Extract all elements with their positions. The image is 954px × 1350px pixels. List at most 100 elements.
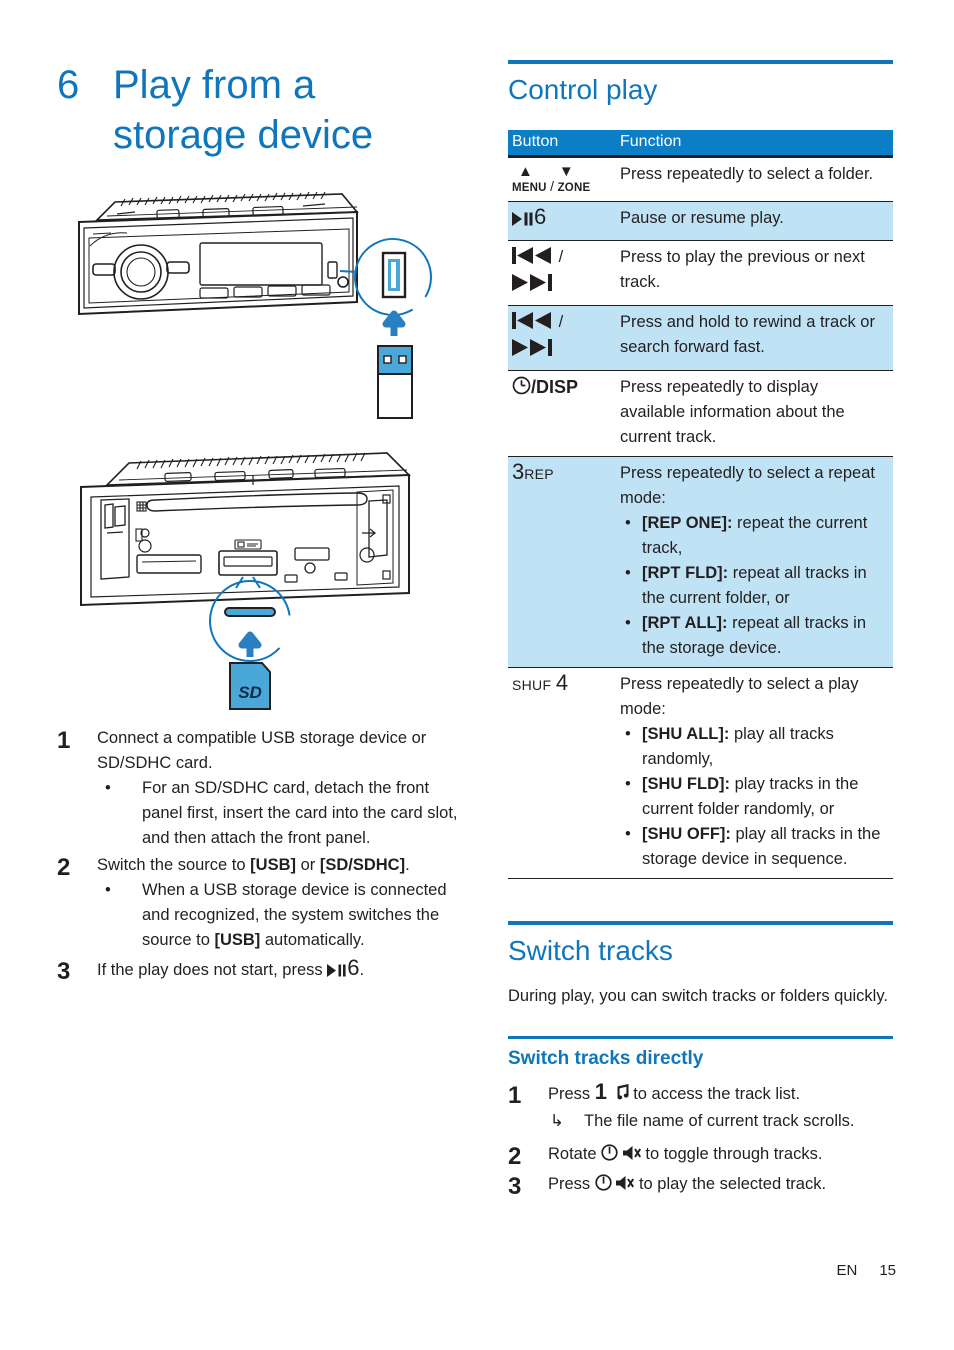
mute-icon bbox=[616, 1174, 635, 1199]
step-2-bullet-0: When a USB storage device is connected a… bbox=[97, 878, 467, 953]
cell-function-menu-zone: Press repeatedly to select a folder. bbox=[616, 156, 893, 202]
rep-bullet-0-term: [REP ONE]: bbox=[642, 514, 733, 532]
cell-button-clock-disp: /DISP bbox=[508, 370, 616, 457]
forward-line bbox=[512, 337, 610, 364]
switch-step-1-before: Press bbox=[548, 1085, 595, 1103]
switch-step-1: 1 Press 1 to access the track list. ↳ Th… bbox=[508, 1081, 893, 1134]
switch-step-1-result: The file name of current track scrolls. bbox=[584, 1112, 855, 1130]
step-2-seg-4: . bbox=[405, 856, 410, 874]
rep-function-intro: Press repeatedly to select a repeat mode… bbox=[620, 464, 875, 507]
step-2-number: 2 bbox=[57, 854, 71, 881]
control-play-heading: Control play bbox=[508, 74, 658, 105]
switch-step-1-body: Press 1 to access the track list. ↳ The … bbox=[548, 1081, 893, 1134]
step-2-seg-2: or bbox=[296, 856, 320, 874]
switch-step-1-digit: 1 bbox=[594, 1079, 608, 1104]
left-column: 6 Play from a storage device SD 1 Connec… bbox=[57, 60, 467, 987]
step-2-seg-0: Switch the source to bbox=[97, 856, 251, 874]
power-icon bbox=[601, 1144, 618, 1169]
shuf-bullet-2: [SHU OFF]: play all tracks in the storag… bbox=[620, 822, 887, 872]
rep-bullet-2: [RPT ALL]: repeat all tracks in the stor… bbox=[620, 611, 887, 661]
chapter-title-line2: storage device bbox=[113, 113, 374, 157]
switch-tracks-rule bbox=[508, 921, 893, 925]
switch-step-1-text: Press 1 to access the track list. bbox=[548, 1081, 893, 1109]
next-track-icon bbox=[512, 274, 554, 299]
menu-label: MENU bbox=[512, 182, 547, 194]
switch-step-2-body: Rotate to toggle through tracks. bbox=[548, 1142, 893, 1170]
step-2-bullet-seg-2: automatically. bbox=[260, 931, 365, 949]
cell-button-rewind-forward: / bbox=[508, 305, 616, 371]
table-header-button: Button bbox=[508, 130, 616, 158]
cell-function-clock-disp: Press repeatedly to display available in… bbox=[616, 370, 893, 457]
cell-function-play-pause: Pause or resume play. bbox=[616, 201, 893, 241]
play-pause-icon bbox=[327, 960, 347, 985]
control-play-rule bbox=[508, 60, 893, 64]
switch-step-2: 2 Rotate to toggle through tracks. bbox=[508, 1142, 893, 1170]
table-row-rep: 3REP Press repeatedly to select a repeat… bbox=[508, 456, 893, 668]
power-icon bbox=[595, 1174, 612, 1199]
step-1-bullets: For an SD/SDHC card, detach the front pa… bbox=[97, 776, 467, 851]
table-row-menu-zone: ▲ ▼ MENU / ZONE Press repeatedly to selec… bbox=[508, 156, 893, 202]
rep-bullet-2-term: [RPT ALL]: bbox=[642, 614, 728, 632]
switch-tracks-heading: Switch tracks bbox=[508, 935, 673, 966]
chapter-heading: 6 Play from a storage device bbox=[57, 60, 467, 160]
switch-tracks-directly-heading: Switch tracks directly bbox=[508, 1048, 704, 1069]
zone-label: ZONE bbox=[557, 182, 591, 194]
figure-usb-svg bbox=[78, 191, 432, 419]
cell-button-rep: 3REP bbox=[508, 456, 616, 668]
table-row-clock-disp: /DISP Press repeatedly to display availa… bbox=[508, 370, 893, 457]
table-header-function: Function bbox=[616, 130, 893, 158]
play-pause-icon bbox=[512, 209, 534, 234]
result-arrow-icon: ↳ bbox=[550, 1112, 564, 1130]
cell-function-shuf: Press repeatedly to select a play mode: … bbox=[616, 667, 893, 879]
switch-step-2-number: 2 bbox=[508, 1143, 522, 1170]
prev-track-icon bbox=[512, 312, 554, 337]
switch-step-2-after: to toggle through tracks. bbox=[640, 1145, 823, 1163]
play-pause-digit: 6 bbox=[534, 204, 547, 229]
switch-step-3-body: Press to play the selected track. bbox=[548, 1172, 893, 1200]
step-2: 2 Switch the source to [USB] or [SD/SDHC… bbox=[57, 853, 467, 953]
step-2-bullets: When a USB storage device is connected a… bbox=[97, 878, 467, 953]
cell-button-shuf: SHUF 4 bbox=[508, 667, 616, 879]
menu-zone-separator: / bbox=[550, 178, 555, 194]
footer-page-number: 15 bbox=[879, 1262, 896, 1279]
cell-button-play-pause: 6 bbox=[508, 201, 616, 241]
chapter-number: 6 bbox=[57, 63, 80, 107]
up-arrow-icon: ▲ bbox=[518, 163, 533, 180]
cell-button-prev-next: / bbox=[508, 240, 616, 306]
cell-function-rep: Press repeatedly to select a repeat mode… bbox=[616, 456, 893, 668]
cell-function-rewind-forward: Press and hold to rewind a track or sear… bbox=[616, 305, 893, 371]
switch-step-1-after: to access the track list. bbox=[628, 1085, 801, 1103]
shuf-bullet-1: [SHU FLD]: play tracks in the current fo… bbox=[620, 772, 887, 822]
figure-sd-svg: SD bbox=[80, 452, 411, 710]
shuf-function-bullets: [SHU ALL]: play all tracks randomly, [SH… bbox=[620, 722, 887, 872]
prev-track-line: / bbox=[512, 245, 610, 272]
switch-step-2-before: Rotate bbox=[548, 1145, 602, 1163]
switch-step-3-after: to play the selected track. bbox=[634, 1175, 827, 1193]
manual-page: 6 Play from a storage device SD 1 Connec… bbox=[0, 0, 954, 1350]
step-1-number: 1 bbox=[57, 727, 71, 754]
switch-tracks-directly-block: Switch tracks directly 1 Press 1 to acce… bbox=[508, 1036, 893, 1200]
step-3: 3 If the play does not start, press 6. bbox=[57, 957, 467, 986]
sd-card-label: SD bbox=[238, 683, 262, 702]
shuf-bullet-2-term: [SHU OFF]: bbox=[642, 825, 731, 843]
shuf-digit: 4 bbox=[555, 670, 569, 695]
switch-step-3-number: 3 bbox=[508, 1173, 522, 1200]
switch-step-3: 3 Press to play the selected track. bbox=[508, 1172, 893, 1200]
shuf-function-intro: Press repeatedly to select a play mode: bbox=[620, 675, 859, 718]
rewind-line: / bbox=[512, 310, 610, 337]
step-3-number: 3 bbox=[57, 958, 71, 985]
next-track-line bbox=[512, 272, 610, 299]
chapter-title-line1: Play from a bbox=[113, 63, 316, 107]
rep-function-bullets: [REP ONE]: repeat the current track, [RP… bbox=[620, 511, 887, 661]
shuf-bullet-0: [SHU ALL]: play all tracks randomly, bbox=[620, 722, 887, 772]
prev-track-icon bbox=[512, 247, 554, 272]
step-1-bullet-0: For an SD/SDHC card, detach the front pa… bbox=[97, 776, 467, 851]
step-2-seg-3: [SD/SDHC] bbox=[319, 856, 406, 874]
table-row-play-pause: 6 Pause or resume play. bbox=[508, 201, 893, 241]
mute-icon bbox=[622, 1144, 641, 1169]
shuf-bullet-1-term: [SHU FLD]: bbox=[642, 775, 730, 793]
shuf-bullet-0-term: [SHU ALL]: bbox=[642, 725, 730, 743]
switch-step-1-number: 1 bbox=[508, 1082, 522, 1109]
rewind-forward-slash: / bbox=[558, 313, 564, 331]
switch-step-1-result-line: ↳ The file name of current track scrolls… bbox=[548, 1109, 893, 1134]
